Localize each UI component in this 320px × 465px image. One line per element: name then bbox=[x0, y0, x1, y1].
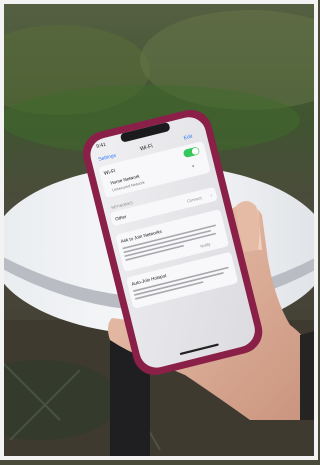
photo-scene: 9:41 Settings Wi-Fi Edit Wi-Fi Home Netw… bbox=[0, 0, 320, 460]
